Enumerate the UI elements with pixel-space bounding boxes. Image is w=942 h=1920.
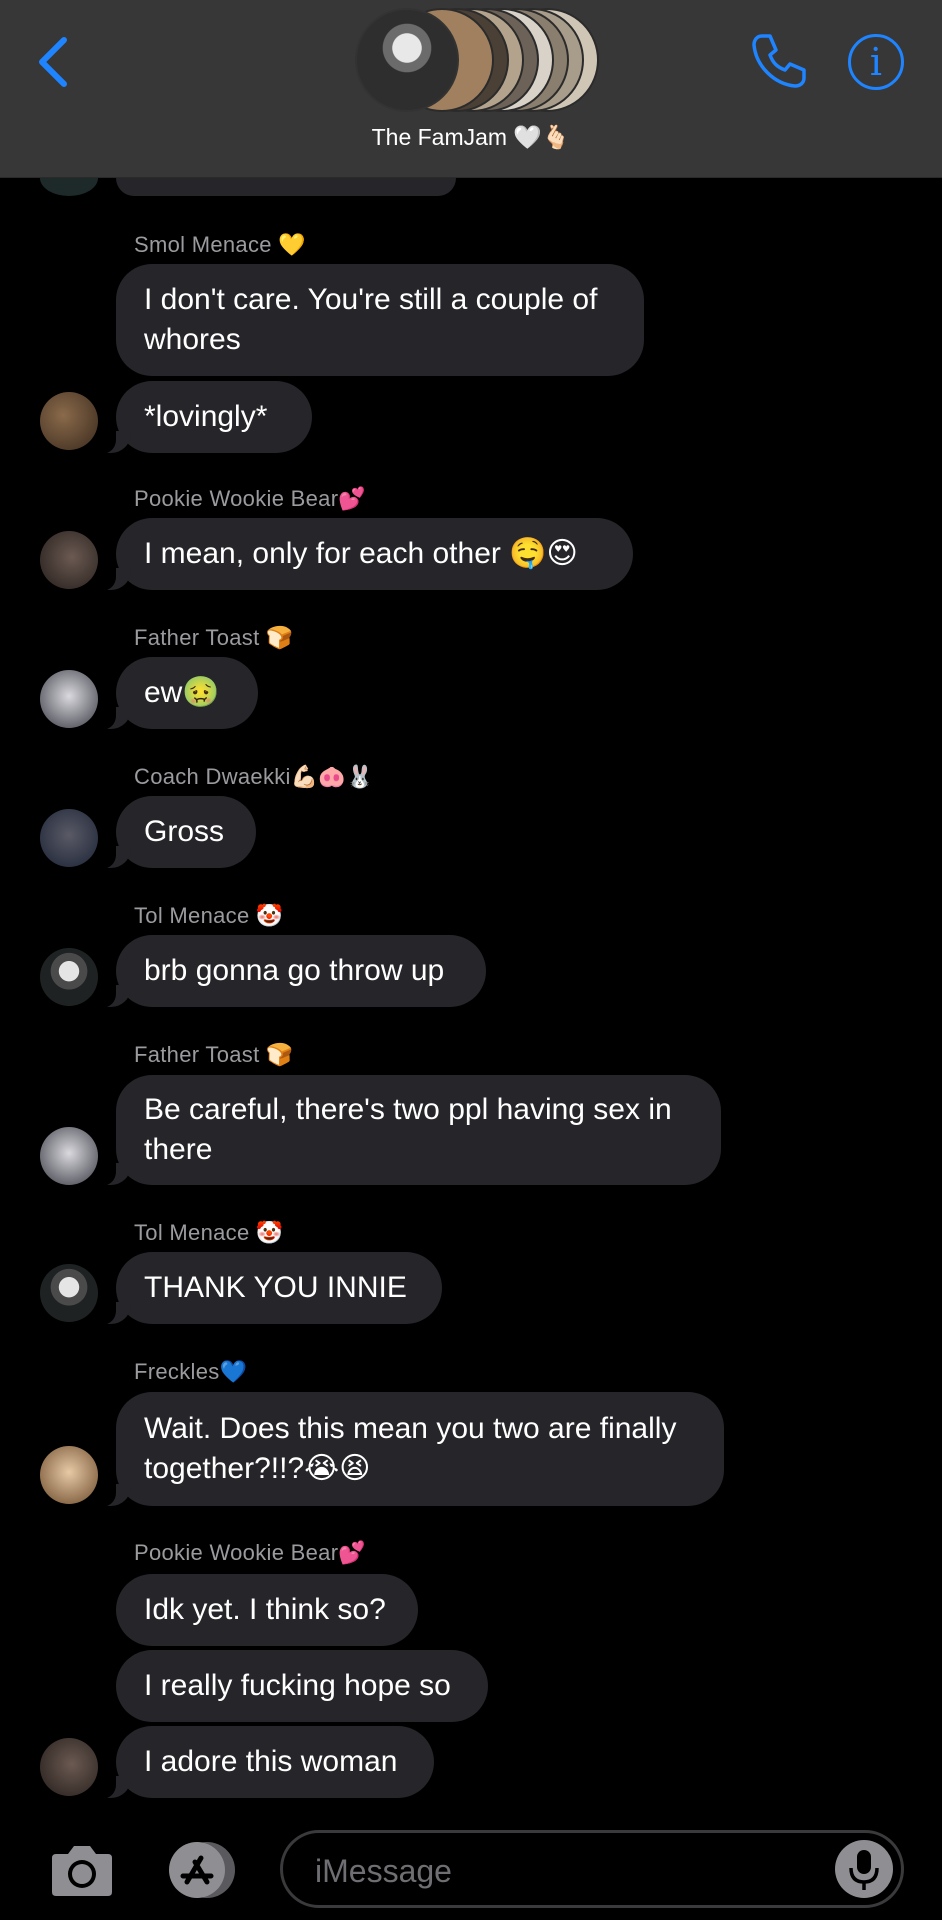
camera-icon	[52, 1846, 112, 1896]
message-bubble[interactable]: Be careful, there's two ppl having sex i…	[98, 1075, 721, 1186]
message-text: I mean, only for each other 🤤😍	[144, 537, 578, 570]
sender-name: Smol Menace 💛	[134, 232, 306, 257]
group-photo	[355, 8, 459, 112]
message-text: I really fucking hope so	[144, 1669, 451, 1702]
avatar-father-toast[interactable]	[40, 1127, 98, 1185]
microphone-icon	[849, 1850, 879, 1890]
info-button[interactable]: i	[848, 34, 904, 90]
phone-icon	[752, 34, 806, 88]
message-text: Wait. Does this mean you two are finally…	[144, 1412, 677, 1485]
avatar-coach[interactable]	[40, 809, 98, 867]
message-bubble[interactable]: Gross	[98, 796, 256, 869]
message-input-field[interactable]	[280, 1830, 904, 1908]
group-avatars[interactable]	[355, 8, 599, 112]
message-bubble[interactable]: THANK YOU INNIE	[98, 1252, 442, 1325]
message-text: Idk yet. I think so?	[144, 1593, 386, 1626]
message-text: THANK YOU INNIE	[144, 1271, 407, 1304]
message-text: I don't care. You're still a couple of w…	[144, 283, 598, 356]
back-button[interactable]	[30, 32, 80, 92]
avatar-tol-menace[interactable]	[40, 948, 98, 1006]
sender-name: Pookie Wookie Bear💕	[134, 1540, 367, 1565]
message-bubble[interactable]: *lovingly*	[98, 381, 312, 454]
camera-button[interactable]	[48, 1842, 116, 1900]
app-store-button[interactable]	[161, 1840, 241, 1900]
info-icon: i	[869, 40, 883, 84]
avatar-tol-menace[interactable]	[40, 1264, 98, 1322]
message-text: I adore this woman	[144, 1745, 398, 1778]
message-text: Be careful, there's two ppl having sex i…	[144, 1093, 672, 1166]
message-text: ew🤢	[144, 676, 220, 709]
message-bubble[interactable]: I mean, only for each other 🤤😍	[98, 518, 633, 591]
app-store-icon	[169, 1842, 235, 1898]
chevron-left-icon	[39, 37, 67, 87]
call-button[interactable]	[748, 30, 810, 92]
conversation-header: The FamJam 🤍🫰🏻 i	[0, 0, 942, 178]
message-bubble[interactable]: Idk yet. I think so?	[116, 1574, 418, 1646]
microphone-button[interactable]	[835, 1840, 893, 1898]
sender-name: Freckles💙	[134, 1359, 248, 1384]
avatar-father-toast[interactable]	[40, 670, 98, 728]
avatar-freckles[interactable]	[40, 1446, 98, 1504]
sender-name: Tol Menace 🤡	[134, 903, 284, 928]
message-bubble[interactable]: I don't care. You're still a couple of w…	[116, 264, 644, 376]
sender-name: Coach Dwaekki💪🏻🐽🐰	[134, 764, 374, 789]
title-emoji: 🤍🫰🏻	[513, 125, 571, 151]
conversation-title[interactable]: The FamJam 🤍🫰🏻	[0, 124, 942, 151]
sender-name: Father Toast 🍞	[134, 1042, 294, 1067]
message-bubble[interactable]: I really fucking hope so	[116, 1650, 488, 1722]
message-bubble[interactable]: I adore this woman	[98, 1726, 434, 1799]
sender-name: Pookie Wookie Bear💕	[134, 486, 367, 511]
avatar-pookie[interactable]	[40, 531, 98, 589]
avatar-pookie[interactable]	[40, 1738, 98, 1796]
message-list: Smol Menace 💛 I don't care. You're still…	[0, 0, 942, 1920]
message-text: Gross	[144, 815, 225, 848]
title-text: The FamJam	[371, 124, 508, 150]
sender-name: Tol Menace 🤡	[134, 1220, 284, 1245]
message-bubble[interactable]: brb gonna go throw up	[98, 935, 486, 1008]
avatar-smol-menace[interactable]	[40, 392, 98, 450]
message-input[interactable]	[313, 1847, 817, 1895]
message-text: brb gonna go throw up	[144, 954, 445, 987]
message-bubble[interactable]: ew🤢	[98, 657, 258, 730]
message-bubble[interactable]: Wait. Does this mean you two are finally…	[98, 1392, 724, 1507]
message-text: *lovingly*	[144, 400, 268, 433]
sender-name: Father Toast 🍞	[134, 625, 294, 650]
